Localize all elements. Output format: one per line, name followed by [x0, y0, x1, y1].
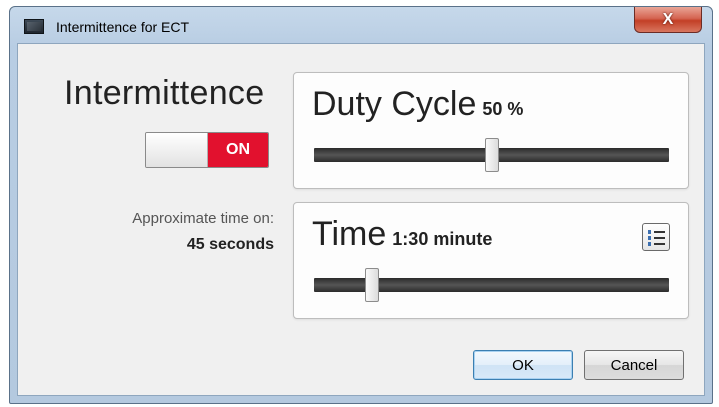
approx-time-label: Approximate time on:: [132, 210, 274, 227]
toggle-state-label: ON: [208, 133, 268, 167]
time-slider-thumb[interactable]: [365, 268, 379, 302]
duty-cycle-value: 50 %: [482, 99, 524, 119]
ok-button[interactable]: OK: [473, 350, 573, 380]
duty-cycle-slider-thumb[interactable]: [485, 138, 499, 172]
duty-cycle-slider-track[interactable]: [314, 138, 669, 172]
duty-cycle-panel: Duty Cycle 50 %: [293, 72, 689, 189]
duty-cycle-label: Duty Cycle: [312, 85, 477, 123]
close-button[interactable]: X: [634, 7, 702, 33]
time-heading: Time 1:30 minute: [312, 215, 492, 254]
toggle-knob[interactable]: [146, 133, 208, 167]
duty-cycle-heading: Duty Cycle 50 %: [312, 85, 523, 124]
time-presets-button[interactable]: [642, 223, 670, 251]
dialog-window: Intermittence for ECT X Intermittence ON…: [9, 6, 713, 404]
time-label: Time: [312, 215, 387, 253]
intermittence-label: Intermittence: [64, 74, 265, 112]
list-icon-row: [648, 236, 665, 240]
time-slider-track[interactable]: [314, 268, 669, 302]
title-bar: Intermittence for ECT X: [10, 7, 712, 43]
list-icon-row: [648, 230, 665, 234]
intermittence-toggle[interactable]: ON: [145, 132, 269, 168]
window-title: Intermittence for ECT: [56, 19, 190, 35]
time-panel: Time 1:30 minute: [293, 202, 689, 319]
list-icon-row: [648, 242, 665, 246]
close-icon: X: [662, 10, 674, 28]
time-value: 1:30 minute: [392, 229, 493, 249]
cancel-button[interactable]: Cancel: [584, 350, 684, 380]
app-monitor-icon: [24, 19, 44, 34]
approx-time-value: 45 seconds: [186, 236, 274, 253]
dialog-body: Intermittence ON Approximate time on: 45…: [17, 43, 705, 396]
